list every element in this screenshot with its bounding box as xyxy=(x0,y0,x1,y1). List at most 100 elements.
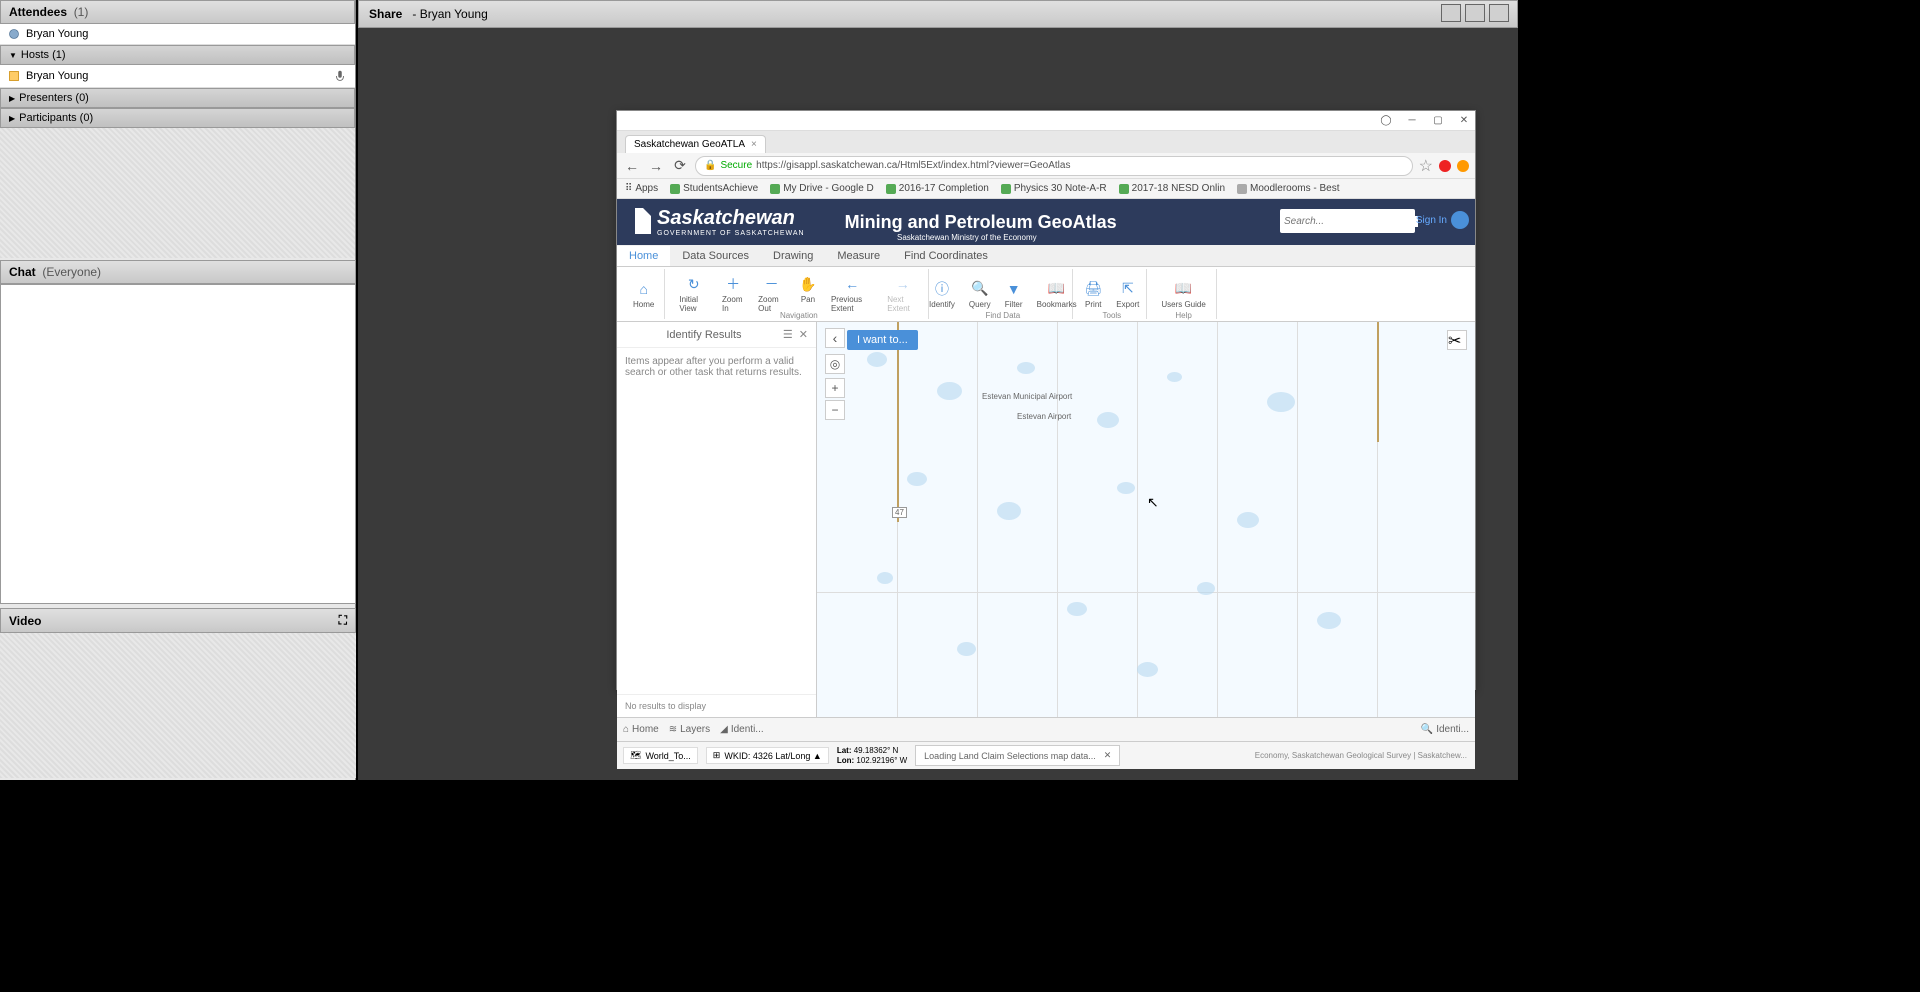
ribbon-tab-measure[interactable]: Measure xyxy=(825,246,892,266)
map-zoom-in[interactable]: + xyxy=(825,378,845,398)
bottom-tab-home[interactable]: ⌂ Home xyxy=(623,724,659,735)
tool-export[interactable]: ⇱Export xyxy=(1110,278,1145,311)
apps-button[interactable]: ⠿ Apps xyxy=(625,183,658,194)
tool-zoom-in[interactable]: ＋Zoom In xyxy=(716,273,750,315)
chat-body[interactable] xyxy=(0,284,356,604)
search-input[interactable] xyxy=(1284,216,1418,227)
signin-link[interactable]: Sign In xyxy=(1416,215,1447,226)
ribbon-tab-home[interactable]: Home xyxy=(617,246,670,266)
grid-icon: ⊞ xyxy=(713,750,721,761)
star-icon[interactable]: ☆ xyxy=(1419,156,1433,176)
close-icon[interactable]: ✕ xyxy=(1104,750,1112,761)
attendee-name: Bryan Young xyxy=(26,28,88,40)
group-label-tools: Tools xyxy=(1103,311,1122,320)
hosts-group[interactable]: ▼ Hosts (1) xyxy=(0,45,355,65)
address-bar[interactable]: 🔒 Secure https://gisappl.saskatchewan.ca… xyxy=(695,156,1413,176)
minimize-button[interactable]: ─ xyxy=(1405,114,1419,128)
maximize-button[interactable]: ▢ xyxy=(1431,114,1445,128)
tool-query[interactable]: 🔍Query xyxy=(963,278,997,311)
bottom-tab-identify[interactable]: ◢ Identi... xyxy=(720,724,764,735)
ribbon-tab-drawing[interactable]: Drawing xyxy=(761,246,825,266)
logo-subtitle: GOVERNMENT OF SASKATCHEWAN xyxy=(657,230,805,237)
attendee-row[interactable]: Bryan Young xyxy=(0,24,355,45)
share-presenter: - Bryan Young xyxy=(412,7,487,21)
group-label-find: Find Data xyxy=(986,311,1021,320)
video-body xyxy=(0,633,356,778)
map-tools-button[interactable]: ✂ xyxy=(1447,330,1467,350)
cursor-icon: ↖ xyxy=(1147,494,1159,511)
bookmark-item[interactable]: Moodlerooms - Best xyxy=(1237,183,1339,194)
i-want-to-button[interactable]: I want to... xyxy=(847,330,918,350)
accessibility-icon[interactable] xyxy=(1451,211,1469,229)
basemap-icon: 🗺 xyxy=(630,750,641,761)
ribbon-tab-datasources[interactable]: Data Sources xyxy=(670,246,761,266)
mic-icon xyxy=(333,69,347,83)
map-label-airport2: Estevan Airport xyxy=(1017,412,1071,421)
copyright: Economy, Saskatchewan Geological Survey … xyxy=(1255,751,1467,760)
attendees-empty-area xyxy=(0,128,355,258)
bottom-tab-layers[interactable]: ≋ Layers xyxy=(669,724,710,735)
map-zoom-out[interactable]: − xyxy=(825,400,845,420)
reload-button[interactable]: ⟳ xyxy=(671,157,689,175)
ext-icon-2[interactable] xyxy=(1457,160,1469,172)
browser-window: ◯ ─ ▢ ✕ Saskatchewan GeoATLA × ← → ⟳ 🔒 S… xyxy=(616,110,1476,690)
attendees-header: Attendees (1) xyxy=(0,0,355,24)
identify-panel: Identify Results ☰ ✕ Items appear after … xyxy=(617,322,817,717)
ext-icon-1[interactable] xyxy=(1439,160,1451,172)
tool-filter[interactable]: ▼Filter xyxy=(999,278,1029,311)
tool-pan[interactable]: ✋Pan xyxy=(793,273,823,315)
layout-icon-1[interactable] xyxy=(1441,4,1461,22)
tool-print[interactable]: 🖨Print xyxy=(1078,278,1108,311)
map-view[interactable]: Estevan Municipal Airport Estevan Airpor… xyxy=(817,322,1475,717)
list-icon[interactable]: ☰ xyxy=(783,328,793,341)
close-button[interactable]: ✕ xyxy=(1457,114,1471,128)
tool-bookmarks[interactable]: 📖Bookmarks xyxy=(1031,278,1083,311)
tool-next-extent: →Next Extent xyxy=(881,273,924,315)
host-row[interactable]: Bryan Young xyxy=(0,65,355,88)
fullscreen-icon[interactable] xyxy=(1489,4,1509,22)
tool-users-guide[interactable]: 📖Users Guide xyxy=(1155,278,1211,311)
presenter-icon xyxy=(8,70,20,82)
ribbon-tab-findcoords[interactable]: Find Coordinates xyxy=(892,246,1000,266)
group-label-nav: Navigation xyxy=(780,311,818,320)
participants-group[interactable]: ▶ Participants (0) xyxy=(0,108,355,128)
bookmark-item[interactable]: StudentsAchieve xyxy=(670,183,758,194)
logo-icon xyxy=(629,204,657,240)
person-icon[interactable]: ◯ xyxy=(1379,114,1393,128)
identify-title: Identify Results xyxy=(625,329,783,341)
tool-identify[interactable]: ⓘIdentify xyxy=(923,278,961,311)
tool-initial-view[interactable]: ↻Initial View xyxy=(673,273,714,315)
locate-button[interactable]: ◎ xyxy=(825,354,845,374)
logo-text: Saskatchewan xyxy=(657,207,805,230)
bookmark-item[interactable]: 2016-17 Completion xyxy=(886,183,989,194)
tool-prev-extent[interactable]: ←Previous Extent xyxy=(825,273,879,315)
panel-back-button[interactable]: ‹ xyxy=(825,328,845,348)
bookmark-item[interactable]: 2017-18 NESD Onlin xyxy=(1119,183,1225,194)
wkid-selector[interactable]: ⊞ WKID: 4326 Lat/Long ▲ xyxy=(706,747,829,764)
map-label-airport1: Estevan Municipal Airport xyxy=(982,392,1072,401)
book-icon: 📖 xyxy=(1048,280,1066,298)
browser-tab[interactable]: Saskatchewan GeoATLA × xyxy=(625,135,766,153)
bookmark-item[interactable]: My Drive - Google D xyxy=(770,183,874,194)
info-icon: ⓘ xyxy=(933,280,951,298)
bookmark-item[interactable]: Physics 30 Note-A-R xyxy=(1001,183,1107,194)
search-box[interactable] xyxy=(1280,209,1415,233)
hwy-shield: 47 xyxy=(892,507,907,518)
app-title: Mining and Petroleum GeoAtlas xyxy=(845,212,1117,233)
tool-home[interactable]: ⌂Home xyxy=(627,278,660,311)
back-button[interactable]: ← xyxy=(623,157,641,175)
forward-button[interactable]: → xyxy=(647,157,665,175)
minus-icon: － xyxy=(763,275,781,293)
tab-close-icon[interactable]: × xyxy=(751,139,757,150)
presenters-group[interactable]: ▶ Presenters (0) xyxy=(0,88,355,108)
fullscreen-icon[interactable]: ⛶ xyxy=(339,613,347,628)
refresh-icon: ↻ xyxy=(685,275,703,293)
close-icon[interactable]: ✕ xyxy=(799,328,808,341)
layout-icon-2[interactable] xyxy=(1465,4,1485,22)
video-header: Video ⛶ xyxy=(0,608,356,633)
basemap-selector[interactable]: 🗺 World_To... xyxy=(623,747,698,764)
bottom-tab-identify2[interactable]: 🔍 Identi... xyxy=(1421,724,1469,735)
arrow-left-icon: ← xyxy=(843,275,861,293)
tool-zoom-out[interactable]: －Zoom Out xyxy=(752,273,791,315)
arrow-right-icon: → xyxy=(894,275,912,293)
